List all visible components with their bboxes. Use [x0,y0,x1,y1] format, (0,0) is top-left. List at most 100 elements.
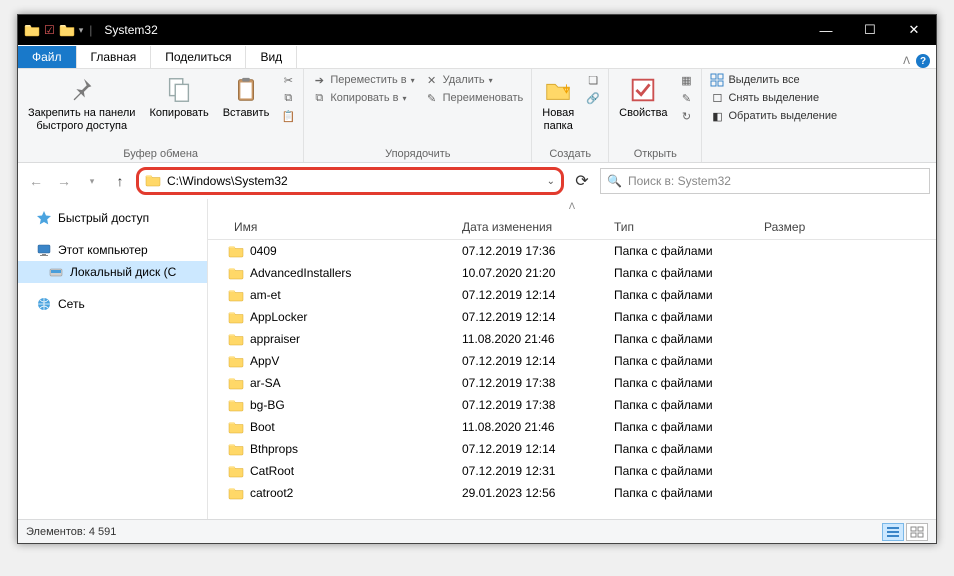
recent-dropdown[interactable]: ▾ [80,169,104,193]
copy-to-button[interactable]: ⧉Копировать в ▾ [308,89,418,107]
file-name: bg-BG [250,398,285,412]
table-row[interactable]: CatRoot07.12.2019 12:31Папка с файлами [208,460,936,482]
address-bar[interactable]: C:\Windows\System32 ⌄ [136,167,564,195]
forward-button[interactable]: → [52,169,76,193]
table-row[interactable]: Boot11.08.2020 21:46Папка с файлами [208,416,936,438]
ribbon-tabs: Файл Главная Поделиться Вид ᐱ ? [18,45,936,69]
col-type[interactable]: Тип [606,220,756,234]
table-row[interactable]: ar-SA07.12.2019 17:38Папка с файлами [208,372,936,394]
sidebar-item-network[interactable]: Сеть [18,293,207,315]
file-date: 29.01.2023 12:56 [454,486,606,500]
back-button[interactable]: ← [24,169,48,193]
file-date: 10.07.2020 21:20 [454,266,606,280]
file-date: 07.12.2019 12:14 [454,442,606,456]
tab-file[interactable]: Файл [18,46,77,68]
up-button[interactable]: ↑ [108,169,132,193]
file-type: Папка с файлами [606,354,756,368]
search-placeholder: Поиск в: System32 [628,174,731,188]
sidebar-item-local-disk[interactable]: Локальный диск (C [18,261,207,283]
table-row[interactable]: bg-BG07.12.2019 17:38Папка с файлами [208,394,936,416]
col-date[interactable]: Дата изменения [454,220,606,234]
qat-dropdown-icon[interactable]: ▾ [79,25,84,36]
table-row[interactable]: AppV 07.12.2019 12:14Папка с файлами [208,350,936,372]
select-all-button[interactable]: Выделить все [706,71,841,89]
refresh-button[interactable]: ⟳ [568,167,596,195]
file-type: Папка с файлами [606,486,756,500]
group-open: Свойства ▦ ✎ ↻ Открыть [609,69,702,162]
file-pane: ᐱ Имя Дата изменения Тип Размер 040907.1… [208,199,936,519]
folder-icon [228,486,244,500]
table-row[interactable]: catroot2 29.01.2023 12:56Папка с файлами [208,482,936,504]
paste-button[interactable]: Вставить [217,71,276,124]
new-folder-button[interactable]: Новая папка [536,71,580,136]
network-icon [36,296,52,312]
select-none-button[interactable]: ☐Снять выделение [706,89,841,107]
open-mini[interactable]: ▦ [675,71,697,89]
search-input[interactable]: 🔍 Поиск в: System32 [600,168,930,194]
address-folder-icon [145,173,161,190]
qat-newfolder-icon[interactable] [59,23,75,37]
paste-icon [231,75,261,105]
close-button[interactable]: ✕ [892,15,936,45]
collapse-handle[interactable]: ᐱ [208,199,936,214]
column-headers: Имя Дата изменения Тип Размер [208,214,936,240]
new-item-mini[interactable]: ❏ [582,71,604,89]
col-name[interactable]: Имя [208,220,454,234]
table-row[interactable]: appraiser11.08.2020 21:46Папка с файлами [208,328,936,350]
delete-button[interactable]: ✕Удалить ▾ [421,71,528,89]
details-view-button[interactable] [882,523,904,541]
address-path: C:\Windows\System32 [167,174,288,188]
help-icon[interactable]: ? [916,54,930,68]
new-folder-icon [543,75,573,105]
ribbon: Закрепить на панели быстрого доступа Коп… [18,69,936,163]
sidebar-item-this-pc[interactable]: Этот компьютер [18,239,207,261]
address-dropdown-icon[interactable]: ⌄ [547,176,555,187]
tab-view[interactable]: Вид [246,46,297,68]
ribbon-collapse-icon[interactable]: ᐱ [903,56,910,67]
properties-icon [628,75,658,105]
navbar: ← → ▾ ↑ C:\Windows\System32 ⌄ ⟳ 🔍 Поиск … [18,163,936,199]
history-mini[interactable]: ↻ [675,107,697,125]
table-row[interactable]: am-et07.12.2019 12:14Папка с файлами [208,284,936,306]
table-row[interactable]: Bthprops07.12.2019 12:14Папка с файлами [208,438,936,460]
icons-view-button[interactable] [906,523,928,541]
qat-properties-icon[interactable]: ☑ [44,23,55,37]
invert-icon: ◧ [710,109,724,123]
window-title: System32 [104,23,157,37]
file-date: 07.12.2019 17:38 [454,376,606,390]
copy-button[interactable]: Копировать [143,71,214,124]
clipboard-caption: Буфер обмена [22,148,299,162]
maximize-button[interactable]: ☐ [848,15,892,45]
pin-icon [67,75,97,105]
folder-icon [228,310,244,324]
easy-access-mini[interactable]: 🔗 [582,89,604,107]
star-icon [36,210,52,226]
edit-mini[interactable]: ✎ [675,89,697,107]
file-date: 07.12.2019 12:14 [454,288,606,302]
statusbar: Элементов: 4 591 [18,519,936,543]
select-none-icon: ☐ [710,91,724,105]
file-name: AppV [250,354,279,368]
move-to-button[interactable]: ➔Переместить в ▾ [308,71,418,89]
file-name: catroot2 [250,486,293,500]
file-date: 07.12.2019 12:14 [454,354,606,368]
file-type: Папка с файлами [606,332,756,346]
table-row[interactable]: 040907.12.2019 17:36Папка с файлами [208,240,936,262]
folder-icon [228,354,244,368]
col-size[interactable]: Размер [756,220,836,234]
sidebar-item-quick-access[interactable]: Быстрый доступ [18,207,207,229]
tab-share[interactable]: Поделиться [151,46,246,68]
table-row[interactable]: AppLocker07.12.2019 12:14Папка с файлами [208,306,936,328]
rename-button[interactable]: ✎Переименовать [421,89,528,107]
properties-button[interactable]: Свойства [613,71,673,124]
minimize-button[interactable]: — [804,15,848,45]
search-icon: 🔍 [607,174,622,188]
file-list[interactable]: 040907.12.2019 17:36Папка с файламиAdvan… [208,240,936,519]
delete-icon: ✕ [425,73,439,87]
pin-quick-access-button[interactable]: Закрепить на панели быстрого доступа [22,71,141,136]
folder-icon [228,464,244,478]
tab-home[interactable]: Главная [77,46,152,68]
invert-selection-button[interactable]: ◧Обратить выделение [706,107,841,125]
file-name: AppLocker [250,310,307,324]
table-row[interactable]: AdvancedInstallers10.07.2020 21:20Папка … [208,262,936,284]
